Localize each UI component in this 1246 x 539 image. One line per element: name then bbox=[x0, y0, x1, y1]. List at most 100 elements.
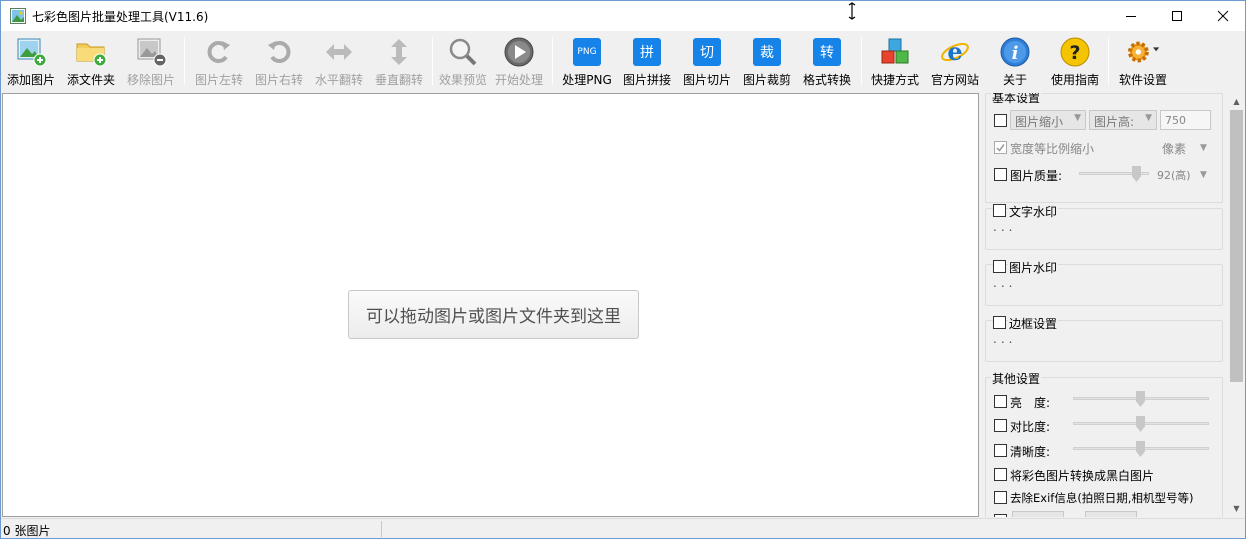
preview-button[interactable]: 效果预览 bbox=[437, 35, 489, 89]
settings-panel: 基本设置 图片缩小 ▼ 图片高: ▼ 750 宽度等比例缩小 像素 ▼ 图片质量… bbox=[983, 93, 1227, 517]
software-settings-label: 软件设置 bbox=[1118, 73, 1167, 87]
slice-icon: 切 bbox=[690, 35, 724, 69]
official-site-label: 官方网站 bbox=[930, 73, 979, 87]
extra-option-select-2[interactable] bbox=[1085, 511, 1137, 517]
scroll-up-arrow-icon[interactable]: ▲ bbox=[1228, 93, 1245, 110]
settings-scrollbar[interactable]: ▲ ▼ bbox=[1228, 93, 1245, 517]
unit-select[interactable]: 像素 bbox=[1162, 140, 1186, 157]
chevron-down-icon: ▼ bbox=[1200, 143, 1207, 153]
image-crop-button[interactable]: 裁 图片裁剪 bbox=[741, 35, 793, 89]
flip-horizontal-button[interactable]: 水平翻转 bbox=[313, 35, 365, 89]
border-title: 边框设置 bbox=[1008, 315, 1059, 332]
rotate-left-label: 图片左转 bbox=[194, 73, 243, 87]
flip-vertical-button[interactable]: 垂直翻转 bbox=[373, 35, 425, 89]
software-settings-button[interactable]: 软件设置 bbox=[1115, 35, 1171, 89]
add-image-button[interactable]: 添加图片 bbox=[5, 35, 57, 89]
png-icon: PNG bbox=[570, 35, 604, 69]
minimize-button[interactable] bbox=[1108, 1, 1154, 31]
add-folder-icon bbox=[74, 35, 108, 69]
shortcut-label: 快捷方式 bbox=[870, 73, 919, 87]
resize-mode-select[interactable]: 图片缩小 ▼ bbox=[1010, 110, 1086, 130]
remove-exif-checkbox[interactable] bbox=[994, 491, 1007, 504]
help-icon: ? bbox=[1058, 35, 1092, 69]
toolbar-separator bbox=[184, 37, 185, 85]
about-label: 关于 bbox=[1002, 73, 1027, 87]
title-bar: 七彩色图片批量处理工具(V11.6) bbox=[1, 1, 1245, 31]
flip-vertical-label: 垂直翻转 bbox=[374, 73, 423, 87]
image-drop-area[interactable]: 可以拖动图片或图片文件夹到这里 bbox=[2, 93, 979, 517]
rotate-right-label: 图片右转 bbox=[254, 73, 303, 87]
brightness-checkbox[interactable] bbox=[994, 395, 1007, 408]
svg-text:?: ? bbox=[1069, 42, 1080, 64]
chevron-down-icon: ▼ bbox=[1200, 170, 1207, 180]
process-png-button[interactable]: PNG 处理PNG bbox=[561, 35, 613, 89]
window-title: 七彩色图片批量处理工具(V11.6) bbox=[32, 10, 209, 24]
dimension-value-input[interactable]: 750 bbox=[1160, 110, 1211, 130]
text-watermark-more[interactable]: ... bbox=[993, 220, 1016, 234]
start-button[interactable]: 开始处理 bbox=[493, 35, 545, 89]
scrollbar-thumb[interactable] bbox=[1230, 110, 1243, 382]
quality-checkbox[interactable] bbox=[994, 168, 1007, 181]
maximize-button[interactable] bbox=[1154, 1, 1200, 31]
grayscale-checkbox[interactable] bbox=[994, 468, 1007, 481]
app-window: 七彩色图片批量处理工具(V11.6) 添加图片 添文件夹 移除图片 图片左转 图… bbox=[0, 0, 1246, 539]
border-checkbox[interactable] bbox=[993, 316, 1006, 329]
flip-vertical-icon bbox=[382, 35, 416, 69]
remove-image-button[interactable]: 移除图片 bbox=[125, 35, 177, 89]
dimension-select[interactable]: 图片高: ▼ bbox=[1089, 110, 1157, 130]
svg-text:e: e bbox=[947, 37, 962, 66]
flip-horizontal-icon bbox=[322, 35, 356, 69]
drop-hint: 可以拖动图片或图片文件夹到这里 bbox=[348, 290, 639, 339]
sharpness-checkbox[interactable] bbox=[994, 444, 1007, 457]
keep-ratio-checkbox[interactable] bbox=[994, 141, 1007, 154]
rotate-left-icon bbox=[202, 35, 236, 69]
convert-icon: 转 bbox=[810, 35, 844, 69]
contrast-checkbox[interactable] bbox=[994, 419, 1007, 432]
image-stitch-label: 图片拼接 bbox=[622, 73, 671, 87]
rotate-left-button[interactable]: 图片左转 bbox=[193, 35, 245, 89]
toolbar-separator bbox=[552, 37, 553, 85]
stitch-icon: 拼 bbox=[630, 35, 664, 69]
close-button[interactable] bbox=[1200, 1, 1245, 31]
image-watermark-checkbox[interactable] bbox=[993, 260, 1006, 273]
crop-icon: 裁 bbox=[750, 35, 784, 69]
official-site-button[interactable]: e 官方网站 bbox=[929, 35, 981, 89]
toolbar-separator bbox=[861, 37, 862, 85]
mouse-cursor-icon bbox=[846, 2, 858, 20]
shortcut-button[interactable]: 快捷方式 bbox=[869, 35, 921, 89]
chevron-down-icon: ▼ bbox=[1074, 113, 1081, 123]
user-guide-button[interactable]: ? 使用指南 bbox=[1049, 35, 1101, 89]
scroll-down-arrow-icon[interactable]: ▼ bbox=[1228, 500, 1245, 517]
add-folder-label: 添文件夹 bbox=[66, 73, 115, 87]
border-more[interactable]: ... bbox=[993, 332, 1016, 346]
image-watermark-title: 图片水印 bbox=[1008, 259, 1059, 276]
add-image-icon bbox=[14, 35, 48, 69]
preview-label: 效果预览 bbox=[438, 73, 487, 87]
image-slice-button[interactable]: 切 图片切片 bbox=[681, 35, 733, 89]
extra-option-checkbox[interactable] bbox=[994, 514, 1007, 517]
start-play-icon bbox=[502, 35, 536, 69]
resize-checkbox[interactable] bbox=[994, 114, 1007, 127]
rotate-right-icon bbox=[262, 35, 296, 69]
flip-horizontal-label: 水平翻转 bbox=[314, 73, 363, 87]
format-convert-label: 格式转换 bbox=[802, 73, 851, 87]
start-label: 开始处理 bbox=[494, 73, 543, 87]
quality-value: 92(高) bbox=[1157, 169, 1191, 182]
ie-browser-icon: e bbox=[938, 35, 972, 69]
status-separator bbox=[381, 521, 382, 537]
add-folder-button[interactable]: 添文件夹 bbox=[65, 35, 117, 89]
text-watermark-checkbox[interactable] bbox=[993, 204, 1006, 217]
rotate-right-button[interactable]: 图片右转 bbox=[253, 35, 305, 89]
keep-ratio-label: 宽度等比例缩小 bbox=[1010, 142, 1095, 156]
about-button[interactable]: i 关于 bbox=[989, 35, 1041, 89]
quality-label: 图片质量: bbox=[1010, 169, 1063, 183]
format-convert-button[interactable]: 转 格式转换 bbox=[801, 35, 853, 89]
extra-option-select[interactable] bbox=[1012, 511, 1064, 517]
preview-magnifier-icon bbox=[446, 35, 480, 69]
basic-settings-title: 基本设置 bbox=[991, 93, 1042, 106]
settings-gear-icon bbox=[1126, 35, 1160, 69]
remove-image-label: 移除图片 bbox=[126, 73, 175, 87]
toolbar-separator bbox=[432, 37, 433, 85]
image-watermark-more[interactable]: ... bbox=[993, 276, 1016, 290]
image-stitch-button[interactable]: 拼 图片拼接 bbox=[621, 35, 673, 89]
